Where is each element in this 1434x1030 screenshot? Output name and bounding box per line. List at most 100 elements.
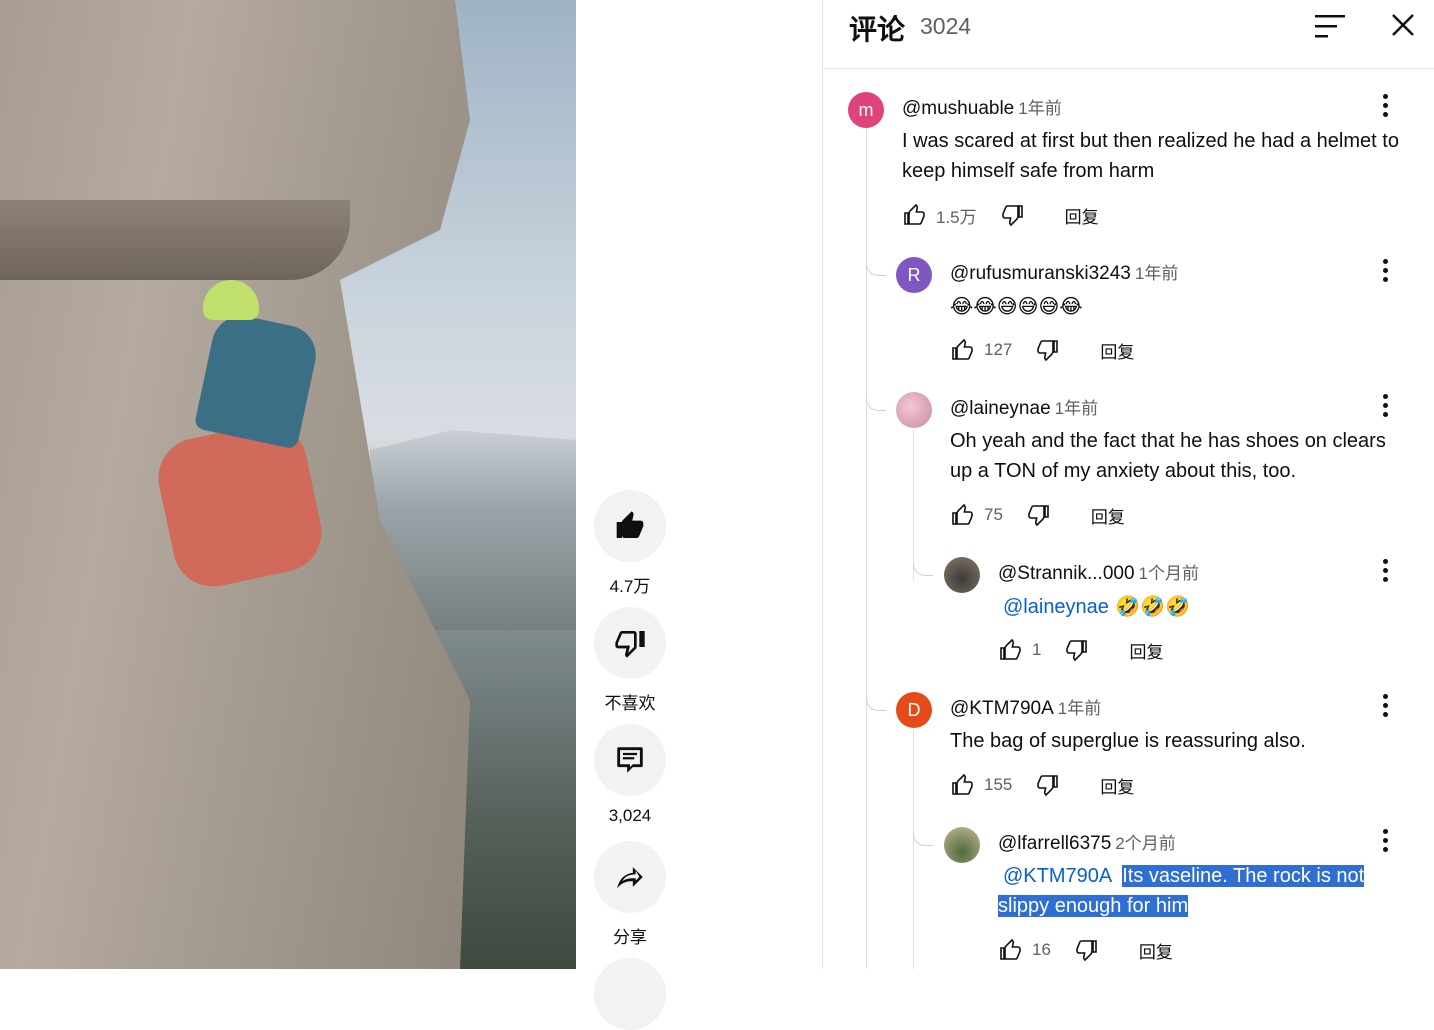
comment-toolbar: 75 回复 (950, 500, 1125, 530)
sort-button[interactable] (1313, 12, 1349, 42)
comment-action[interactable]: 3,024 (594, 724, 666, 826)
thumbs-down-icon (615, 631, 645, 658)
like-count: 1 (1032, 640, 1042, 659)
comment-text: @KTM790A Its vaseline. The rock is not sl… (998, 861, 1398, 921)
avatar[interactable]: D (896, 692, 932, 728)
comment-author[interactable]: @Strannik...000 1个月前 (998, 559, 1199, 585)
comment-toolbar: 1.5万 回复 (902, 200, 1099, 230)
like-count: 1.5万 (936, 207, 977, 227)
video-player[interactable] (0, 0, 576, 969)
like-icon[interactable] (950, 503, 974, 527)
thread-line (866, 128, 867, 969)
comment-author[interactable]: @KTM790A 1年前 (950, 694, 1101, 720)
thread-connector (866, 697, 886, 711)
comment-icon (617, 747, 643, 773)
author-name[interactable]: @mushuable (902, 98, 1014, 119)
close-button[interactable] (1388, 10, 1418, 40)
thread-connector (866, 262, 886, 276)
like-count: 155 (984, 775, 1013, 794)
comment-button[interactable] (594, 724, 666, 796)
comment-time[interactable]: 2个月前 (1115, 834, 1175, 853)
comment-toolbar: 155 回复 (950, 770, 1134, 800)
more-options-button[interactable] (1375, 690, 1395, 720)
comment-text: @laineynae 🤣🤣🤣 (998, 591, 1398, 622)
comment-toolbar: 1 回复 (998, 635, 1163, 665)
dislike-icon[interactable] (1065, 638, 1089, 662)
share-label: 分享 (613, 928, 647, 947)
more-options-button[interactable] (1375, 825, 1395, 855)
comment-toolbar: 127 回复 (950, 335, 1134, 365)
avatar-letter: R (907, 264, 921, 285)
dislike-button[interactable] (594, 607, 666, 679)
comment-text: 😂😂😅😅😅😂 (950, 294, 1083, 318)
more-options-button[interactable] (1375, 555, 1395, 585)
comment-author[interactable]: @lfarrell6375 2个月前 (998, 829, 1176, 855)
comment-author[interactable]: @mushuable 1年前 (902, 94, 1062, 120)
dislike-icon[interactable] (1001, 203, 1025, 227)
dislike-action[interactable]: 不喜欢 (594, 607, 666, 714)
comment-toolbar: 16 回复 (998, 935, 1173, 965)
thread-connector (913, 832, 933, 846)
comments-count: 3024 (920, 13, 972, 39)
thread-connector (866, 397, 886, 411)
dislike-icon[interactable] (1027, 503, 1051, 527)
thread-line (913, 430, 914, 580)
like-icon[interactable] (998, 638, 1022, 662)
like-icon[interactable] (950, 338, 974, 362)
comment-text: Oh yeah and the fact that he has shoes o… (950, 430, 1386, 482)
author-name[interactable]: @lfarrell6375 (998, 833, 1111, 854)
thread-connector (913, 562, 933, 576)
like-icon[interactable] (998, 938, 1022, 962)
author-name[interactable]: @KTM790A (950, 698, 1054, 719)
comments-panel: 评论 3024 m @mushuable 1年前 I was scared at … (822, 0, 1434, 969)
dislike-icon[interactable] (1036, 773, 1060, 797)
comment-time[interactable]: 1年前 (1055, 399, 1098, 418)
rock-overhang (0, 200, 350, 280)
share-action[interactable]: 分享 (594, 841, 666, 948)
mention-link[interactable]: @KTM790A (1003, 865, 1112, 887)
action-bar: 4.7万 不喜欢 3,024 分享 (576, 0, 822, 1030)
like-action[interactable]: 4.7万 (594, 490, 666, 597)
dislike-icon[interactable] (1036, 338, 1060, 362)
comment-author[interactable]: @rufusmuranski3243 1年前 (950, 259, 1178, 285)
dislike-icon[interactable] (1075, 938, 1099, 962)
author-name[interactable]: @Strannik...000 (998, 563, 1135, 584)
comment-time[interactable]: 1个月前 (1139, 564, 1199, 583)
like-icon[interactable] (902, 203, 926, 227)
more-options-button[interactable] (1375, 255, 1395, 285)
reply-button[interactable]: 回复 (1100, 773, 1134, 798)
share-arrow-icon (617, 867, 643, 889)
close-icon (1392, 14, 1414, 36)
comment-time[interactable]: 1年前 (1135, 264, 1178, 283)
comment-time[interactable]: 1年前 (1018, 99, 1061, 118)
comment-count: 3,024 (608, 806, 652, 825)
reply-button[interactable]: 回复 (1091, 503, 1125, 528)
avatar[interactable] (896, 392, 932, 428)
avatar-letter: m (858, 99, 874, 120)
more-options-button[interactable] (1375, 90, 1395, 120)
mention-link[interactable]: @laineynae (1003, 596, 1109, 618)
like-count: 75 (984, 505, 1003, 524)
avatar[interactable] (944, 557, 980, 593)
comment-text: I was scared at first but then realized … (902, 130, 1399, 182)
avatar[interactable]: m (848, 92, 884, 128)
thread-line (913, 730, 914, 969)
comment-emoji: 🤣🤣🤣 (1108, 594, 1191, 618)
more-options-button[interactable] (1375, 390, 1395, 420)
author-name[interactable]: @laineynae (950, 398, 1051, 419)
like-button[interactable] (594, 490, 666, 562)
reply-button[interactable]: 回复 (1139, 938, 1173, 963)
comment-text: The bag of superglue is reassuring also. (950, 730, 1306, 752)
reply-button[interactable]: 回复 (1129, 638, 1163, 663)
like-icon[interactable] (950, 773, 974, 797)
author-name[interactable]: @rufusmuranski3243 (950, 263, 1131, 284)
like-count: 4.7万 (609, 577, 651, 596)
sort-icon (1315, 15, 1345, 38)
reply-button[interactable]: 回复 (1065, 203, 1099, 228)
comment-author[interactable]: @laineynae 1年前 (950, 394, 1098, 420)
comment-time[interactable]: 1年前 (1058, 699, 1101, 718)
avatar[interactable] (944, 827, 980, 863)
reply-button[interactable]: 回复 (1100, 338, 1134, 363)
share-button[interactable] (594, 841, 666, 913)
avatar[interactable]: R (896, 257, 932, 293)
